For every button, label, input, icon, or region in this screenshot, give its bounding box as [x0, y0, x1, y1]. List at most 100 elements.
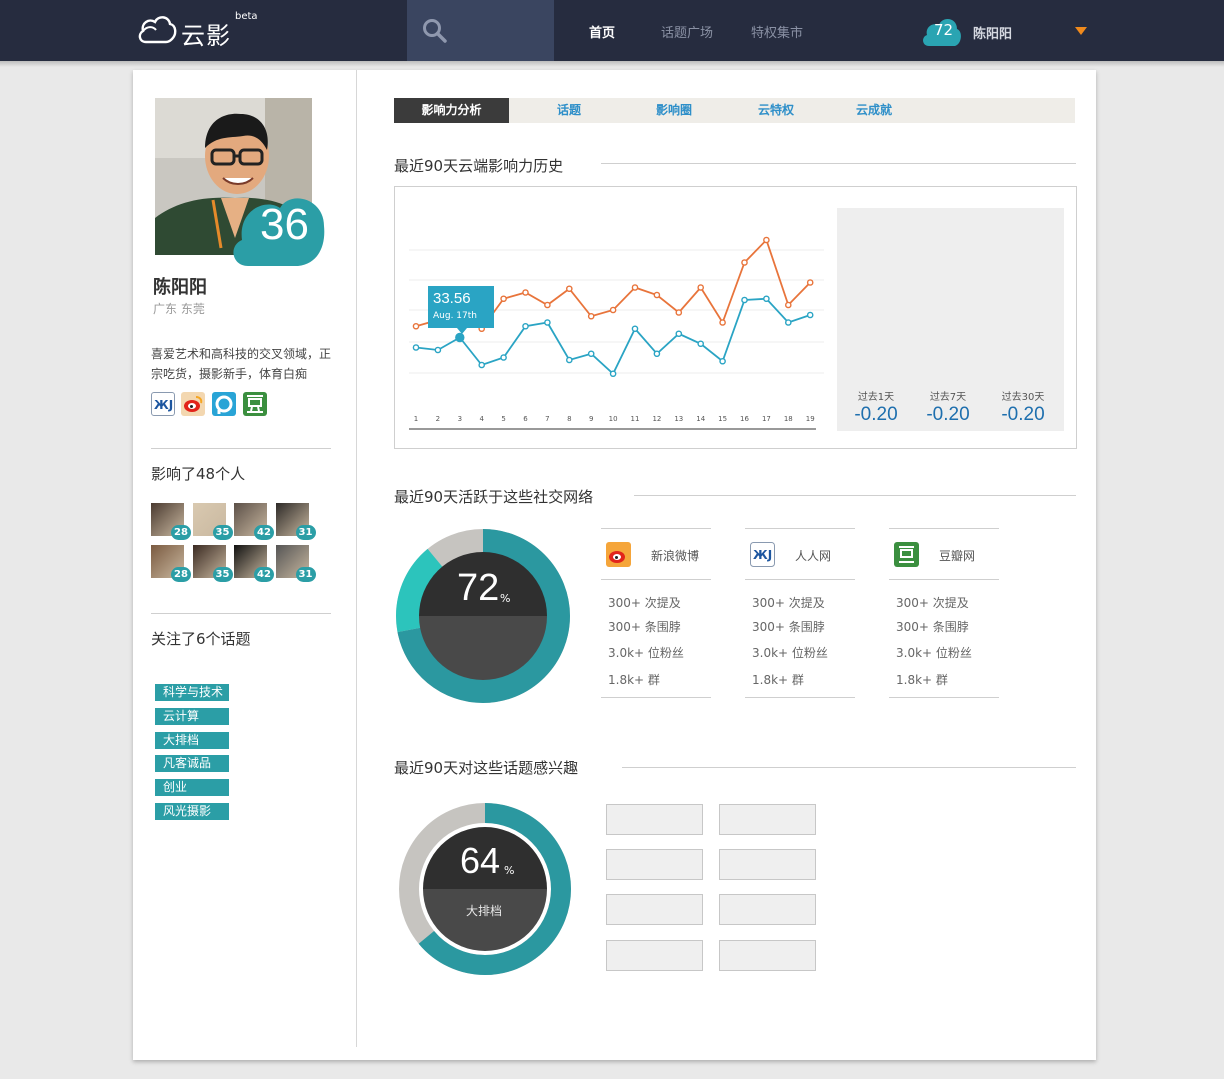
x-tick-label: 5 — [501, 415, 505, 423]
topic-tag[interactable]: 科学与技术 — [155, 684, 229, 701]
data-point — [587, 350, 595, 358]
topic-placeholder[interactable] — [719, 849, 816, 880]
interest-percent-sign: % — [504, 864, 515, 877]
x-tick-label: 3 — [458, 415, 462, 423]
nav-home[interactable]: 首页 — [589, 22, 615, 41]
network-stat: 300+ 次提及 — [608, 596, 681, 610]
pengyou-icon[interactable] — [212, 392, 236, 416]
section-rule — [601, 163, 1076, 164]
topic-placeholder[interactable] — [719, 804, 816, 835]
friend-score-badge: 35 — [212, 567, 233, 582]
friend-avatar[interactable]: 42 — [234, 503, 274, 540]
x-tick-label: 17 — [762, 415, 771, 423]
friend-score-badge: 31 — [295, 567, 316, 582]
data-point — [784, 319, 792, 326]
topic-placeholder[interactable] — [606, 804, 703, 835]
interests-section-title: 最近90天对这些话题感兴趣 — [394, 759, 579, 777]
history-section-title: 最近90天云端影响力历史 — [394, 157, 564, 175]
network-stat: 3.0k+ 位粉丝 — [608, 646, 684, 660]
friend-avatar[interactable]: 28 — [151, 545, 191, 582]
network-stat: 300+ 条围脖 — [752, 620, 825, 634]
friend-avatar[interactable]: 35 — [192, 545, 233, 582]
data-point — [697, 340, 705, 348]
topic-tag[interactable]: 大排档 — [155, 732, 229, 749]
data-point — [631, 284, 639, 291]
tab-cloud-achievement[interactable]: 云成就 — [839, 98, 909, 123]
topic-placeholder[interactable] — [606, 894, 703, 925]
data-point — [741, 259, 748, 266]
tab-topics[interactable]: 话题 — [534, 98, 604, 123]
renren-icon[interactable]: ЖJ — [151, 392, 175, 416]
data-point — [412, 344, 420, 351]
profile-name: 陈阳阳 — [153, 277, 207, 298]
dropdown-arrow-icon[interactable] — [1075, 27, 1087, 35]
topic-tag[interactable]: 凡客诚品 — [155, 755, 229, 772]
networks-section-title: 最近90天活跃于这些社交网络 — [394, 488, 594, 506]
x-tick-label: 16 — [740, 415, 749, 423]
friend-avatar[interactable]: 31 — [275, 545, 316, 582]
network-rule — [601, 697, 711, 698]
stat-label: 过去7天 — [929, 392, 967, 403]
topic-tag[interactable]: 创业 — [155, 779, 229, 796]
data-point — [412, 322, 420, 330]
data-point — [784, 301, 792, 309]
topic-placeholder[interactable] — [719, 940, 816, 971]
network-stat: 3.0k+ 位粉丝 — [752, 646, 828, 660]
logo-text: 云影 — [181, 22, 231, 50]
douban-icon[interactable] — [243, 392, 267, 416]
network-stat: 300+ 条围脖 — [896, 620, 969, 634]
friend-score-badge: 28 — [171, 567, 191, 582]
user-score-badge[interactable]: 72 — [921, 15, 963, 47]
tab-influence-analysis[interactable]: 影响力分析 — [394, 98, 509, 123]
tab-influence-circle[interactable]: 影响圈 — [639, 98, 709, 123]
topic-interest-donut — [399, 803, 571, 975]
x-tick-label: 12 — [652, 415, 661, 423]
friend-avatar[interactable]: 28 — [151, 503, 191, 540]
sidebar-divider — [356, 70, 357, 1047]
section-rule — [634, 495, 1076, 496]
topic-placeholder[interactable] — [606, 940, 703, 971]
friend-avatar[interactable]: 35 — [192, 503, 233, 540]
section-rule — [622, 767, 1076, 768]
network-header[interactable]: ЖJ 人人网 — [745, 528, 855, 580]
data-point — [653, 350, 661, 358]
data-point — [500, 295, 507, 303]
stat-label: 过去30天 — [1001, 392, 1045, 403]
network-header[interactable]: 豆瓣网 — [889, 528, 999, 580]
x-tick-label: 19 — [806, 415, 815, 423]
friend-score-badge: 42 — [254, 525, 274, 540]
topic-placeholder[interactable] — [606, 849, 703, 880]
friend-avatar[interactable]: 31 — [275, 503, 316, 540]
user-name[interactable]: 陈阳阳 — [973, 23, 1012, 42]
nav-topic-square[interactable]: 话题广场 — [661, 22, 713, 41]
stat-30-day: 过去30天 -0.20 — [993, 388, 1053, 426]
sidebar-separator — [151, 613, 331, 614]
data-point — [806, 311, 814, 319]
network-header[interactable]: 新浪微博 — [601, 528, 711, 580]
topic-tag[interactable]: 云计算 — [155, 708, 229, 725]
friend-score-badge: 31 — [295, 525, 316, 540]
chart-tooltip: 33.56 Aug. 17th — [428, 286, 494, 334]
stat-value: -0.20 — [926, 404, 970, 425]
tab-cloud-privilege[interactable]: 云特权 — [741, 98, 811, 123]
x-tick-label: 10 — [609, 415, 618, 423]
weibo-icon[interactable] — [181, 392, 205, 416]
x-tick-label: 4 — [479, 415, 484, 423]
data-point — [522, 322, 529, 330]
data-point — [522, 289, 529, 296]
profile-location: 广东 东莞 — [153, 302, 205, 316]
logo[interactable]: 云影 beta — [137, 11, 267, 50]
x-tick-label: 15 — [718, 415, 727, 423]
user-score: 72 — [934, 21, 954, 39]
search-button[interactable] — [407, 0, 554, 61]
network-rule — [745, 697, 855, 698]
nav-privilege-market[interactable]: 特权集市 — [751, 22, 803, 41]
x-tick-label: 13 — [674, 415, 683, 423]
data-point — [609, 306, 617, 314]
network-stat: 3.0k+ 位粉丝 — [896, 646, 972, 660]
network-stat: 1.8k+ 群 — [896, 673, 948, 687]
stat-value: -0.20 — [854, 404, 898, 425]
friend-avatar[interactable]: 42 — [234, 545, 274, 582]
topic-placeholder[interactable] — [719, 894, 816, 925]
topic-tag[interactable]: 风光摄影 — [155, 803, 229, 820]
